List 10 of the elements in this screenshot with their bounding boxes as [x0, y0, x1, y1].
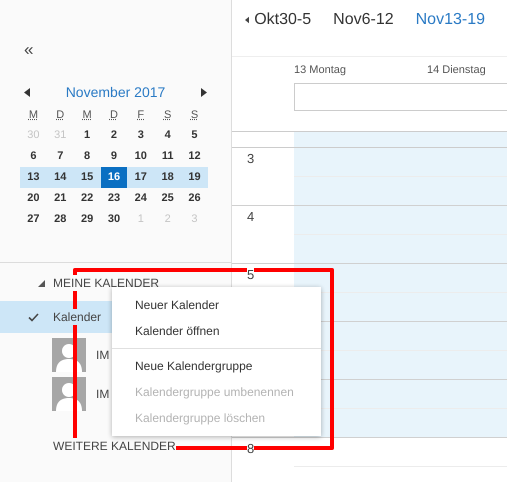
weekday-label: M: [28, 108, 39, 120]
weekday-label: D: [55, 108, 66, 120]
weekday-label: F: [136, 108, 146, 120]
day-header: 14 Dienstag: [427, 64, 487, 76]
weekday-label: S: [190, 108, 200, 120]
weekday-label: S: [162, 108, 172, 120]
weekday-label: M: [82, 108, 93, 120]
month-title: November 2017: [66, 84, 166, 100]
day-header: 13 Montag: [294, 64, 347, 76]
weekday-label: D: [108, 108, 119, 120]
